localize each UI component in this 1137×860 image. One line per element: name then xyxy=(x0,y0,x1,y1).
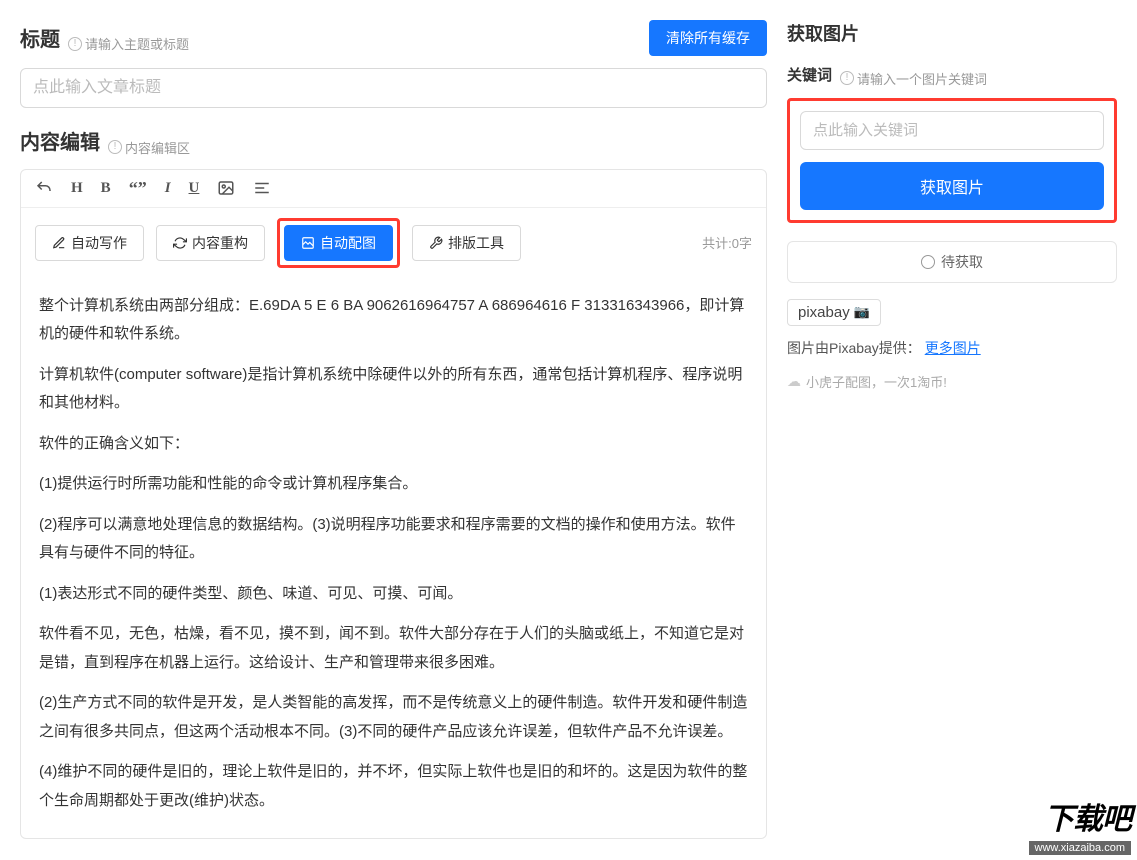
title-label: 标题 xyxy=(20,23,60,52)
clear-cache-button[interactable]: 清除所有缓存 xyxy=(649,20,767,56)
editor-paragraph: (2)程序可以满意地处理信息的数据结构。(3)说明程序功能要求和程序需要的文档的… xyxy=(39,511,748,568)
action-toolbar: 自动写作 内容重构 自动配图 排版工具 共计:0字 xyxy=(21,208,766,278)
keyword-hint: ! 请输入一个图片关键词 xyxy=(840,69,987,88)
image-icon[interactable] xyxy=(217,179,235,197)
camera-icon: 📷 xyxy=(854,304,870,320)
more-images-link[interactable]: 更多图片 xyxy=(925,340,981,356)
circle-icon xyxy=(921,255,935,269)
title-header: 标题 ! 请输入主题或标题 清除所有缓存 xyxy=(20,20,767,56)
pending-status: 待获取 xyxy=(787,241,1117,283)
editor: H B “” I U 自动写作 内容重构 xyxy=(20,169,767,839)
note-line: ☁ 小虎子配图，一次1淘币! xyxy=(787,372,1117,391)
editor-paragraph: (4)维护不同的硬件是旧的，理论上软件是旧的，并不坏，但实际上软件也是旧的和坏的… xyxy=(39,758,748,815)
info-icon: ! xyxy=(108,140,122,154)
bold-icon[interactable]: B xyxy=(101,180,111,197)
editor-header: 内容编辑 ! 内容编辑区 xyxy=(20,126,767,157)
auto-write-button[interactable]: 自动写作 xyxy=(35,225,144,261)
info-icon: ! xyxy=(840,71,854,85)
restructure-button[interactable]: 内容重构 xyxy=(156,225,265,261)
italic-icon[interactable]: I xyxy=(165,180,171,197)
format-toolbar: H B “” I U xyxy=(21,170,766,208)
layout-tool-button[interactable]: 排版工具 xyxy=(412,225,521,261)
editor-label: 内容编辑 xyxy=(20,126,100,155)
word-count: 共计:0字 xyxy=(702,233,752,252)
editor-paragraph: (2)生产方式不同的软件是开发，是人类智能的高发挥，而不是传统意义上的硬件制造。… xyxy=(39,689,748,746)
editor-paragraph: (1)提供运行时所需功能和性能的命令或计算机程序集合。 xyxy=(39,470,748,499)
heading-icon[interactable]: H xyxy=(71,180,83,197)
keyword-input[interactable] xyxy=(800,111,1104,150)
pixabay-badge: pixabay 📷 xyxy=(787,299,881,326)
editor-paragraph: 软件看不见，无色，枯燥，看不见，摸不到，闻不到。软件大部分存在于人们的头脑或纸上… xyxy=(39,620,748,677)
underline-icon[interactable]: U xyxy=(189,180,200,197)
provider-line: 图片由Pixabay提供： 更多图片 xyxy=(787,338,1117,358)
editor-paragraph: (1)表达形式不同的硬件类型、颜色、味道、可见、可摸、可闻。 xyxy=(39,580,748,609)
editor-body[interactable]: 整个计算机系统由两部分组成：E.69DA 5 E 6 BA 9062616964… xyxy=(21,278,766,838)
editor-hint: ! 内容编辑区 xyxy=(108,138,190,157)
quote-icon[interactable]: “” xyxy=(129,178,147,199)
auto-image-button[interactable]: 自动配图 xyxy=(284,225,393,261)
editor-paragraph: 软件的正确含义如下： xyxy=(39,430,748,459)
keyword-highlight-box: 获取图片 xyxy=(787,98,1117,223)
auto-image-highlight: 自动配图 xyxy=(277,218,400,268)
image-panel-title: 获取图片 xyxy=(787,20,1117,46)
fetch-image-button[interactable]: 获取图片 xyxy=(800,162,1104,210)
keyword-label: 关键词 xyxy=(787,64,832,85)
title-hint: ! 请输入主题或标题 xyxy=(68,34,189,53)
cloud-icon: ☁ xyxy=(787,373,801,390)
undo-icon[interactable] xyxy=(35,179,53,197)
align-icon[interactable] xyxy=(253,179,271,197)
editor-paragraph: 整个计算机系统由两部分组成：E.69DA 5 E 6 BA 9062616964… xyxy=(39,292,748,349)
article-title-input[interactable] xyxy=(20,68,767,108)
editor-paragraph: 计算机软件(computer software)是指计算机系统中除硬件以外的所有… xyxy=(39,361,748,418)
info-icon: ! xyxy=(68,37,82,51)
